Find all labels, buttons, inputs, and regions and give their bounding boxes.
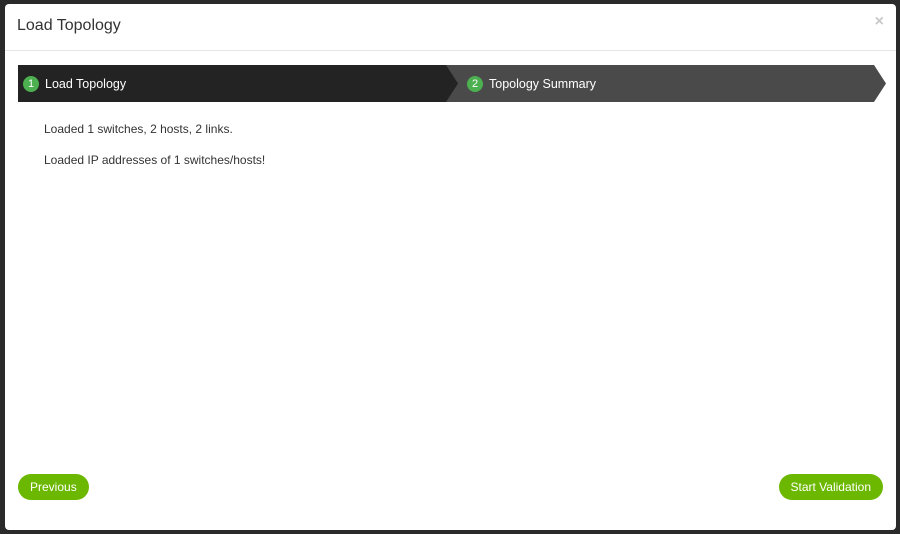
step-label: Load Topology xyxy=(45,76,127,91)
previous-button[interactable]: Previous xyxy=(18,474,89,500)
start-validation-button[interactable]: Start Validation xyxy=(778,474,883,500)
result-message: Loaded IP addresses of 1 switches/hosts! xyxy=(44,153,266,167)
modal-header: Load Topology × xyxy=(5,4,896,51)
result-message: Loaded 1 switches, 2 hosts, 2 links. xyxy=(44,122,233,136)
step-number-badge: 2 xyxy=(467,75,483,92)
modal-title: Load Topology xyxy=(17,17,121,34)
close-icon[interactable]: × xyxy=(875,14,884,30)
wizard-step-load-topology[interactable]: 1 Load Topology xyxy=(18,65,458,102)
load-results: Loaded 1 switches, 2 hosts, 2 links. Loa… xyxy=(44,122,265,184)
load-topology-modal: Load Topology × 2 Topology Summary 1 Loa… xyxy=(5,4,896,530)
step-label: Topology Summary xyxy=(489,76,596,91)
wizard-steps: 2 Topology Summary 1 Load Topology xyxy=(18,65,886,102)
step-number-badge: 1 xyxy=(23,75,39,92)
